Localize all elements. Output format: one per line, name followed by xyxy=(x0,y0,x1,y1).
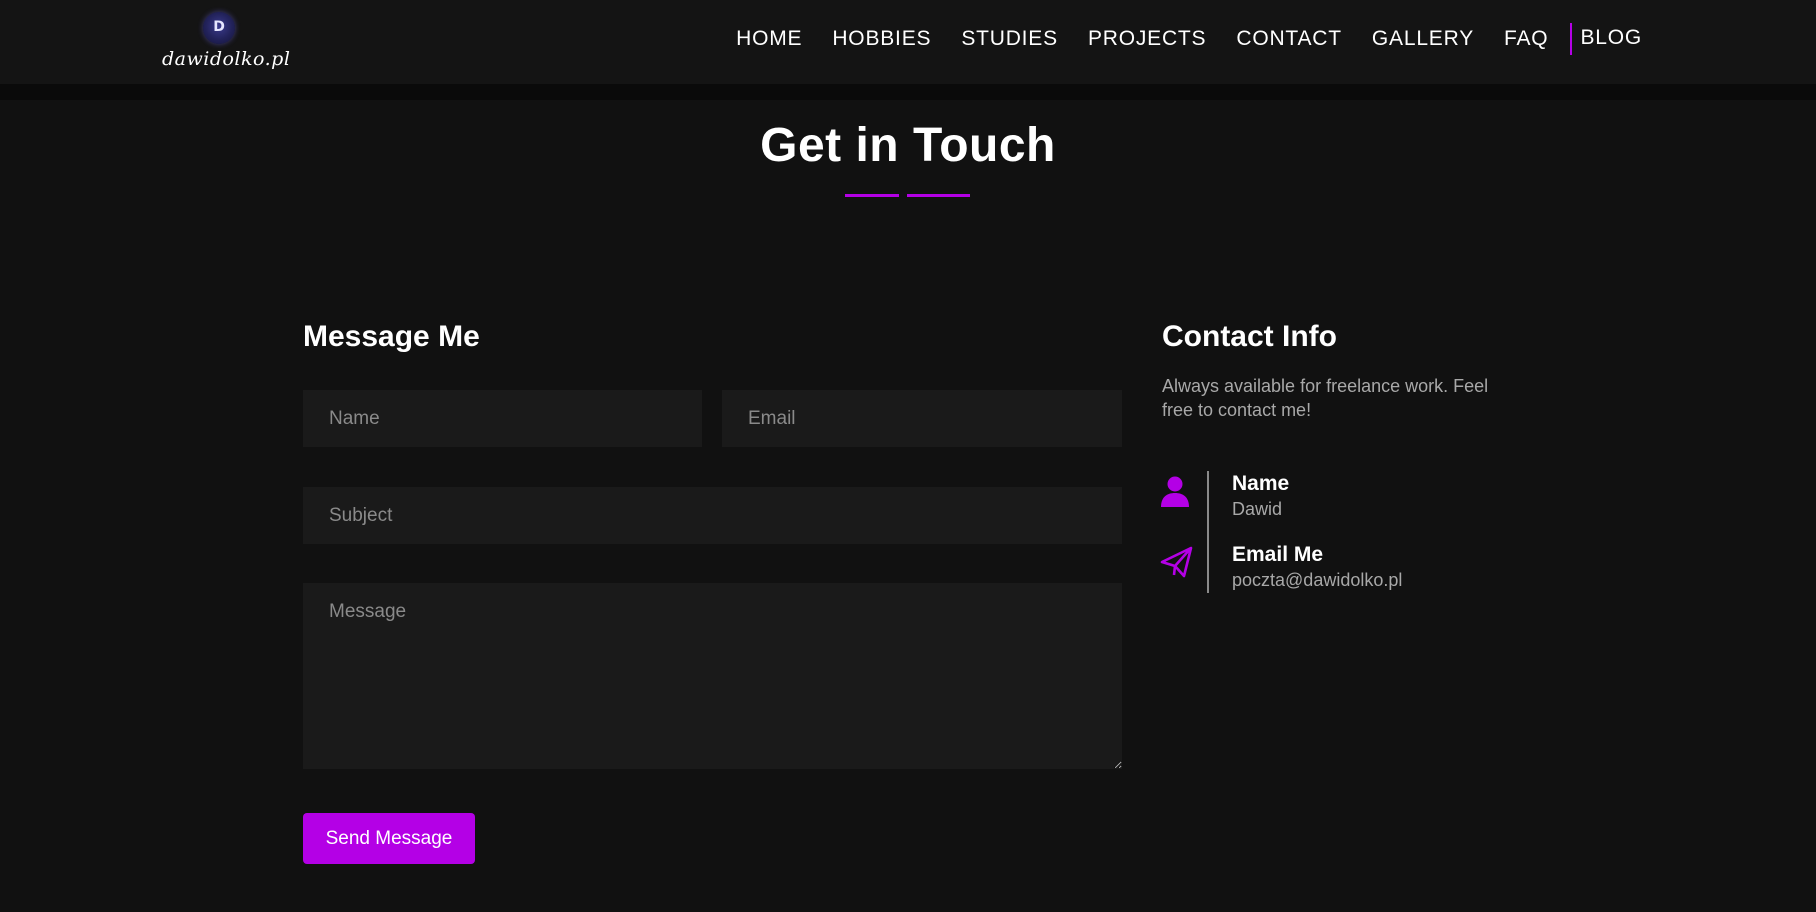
email-input[interactable] xyxy=(722,390,1122,447)
header-divider xyxy=(0,84,1816,100)
contact-name-value: Dawid xyxy=(1232,499,1283,519)
send-message-button[interactable]: Send Message xyxy=(303,813,475,864)
nav-item-hobbies[interactable]: HOBBIES xyxy=(832,22,931,56)
site-header: D dawidolko.pl HOME HOBBIES STUDIES PROJ… xyxy=(0,0,1816,84)
nav-item-gallery[interactable]: GALLERY xyxy=(1372,22,1474,56)
contact-email-value[interactable]: poczta@dawidolko.pl xyxy=(1232,570,1402,591)
paper-plane-icon xyxy=(1160,546,1193,578)
nav-item-contact[interactable]: CONTACT xyxy=(1236,22,1342,56)
title-underline-right xyxy=(907,194,970,197)
title-underline-left xyxy=(845,194,899,197)
logo-badge: D xyxy=(203,12,235,44)
nav-item-faq[interactable]: FAQ xyxy=(1504,22,1548,56)
message-textarea[interactable] xyxy=(303,583,1122,769)
nav-item-blog[interactable]: BLOG xyxy=(1570,23,1642,55)
logo-text: dawidolko.pl xyxy=(162,48,291,70)
nav-item-studies[interactable]: STUDIES xyxy=(961,22,1058,56)
person-icon xyxy=(1161,476,1189,507)
logo-badge-letter: D xyxy=(213,19,225,35)
contact-info-divider xyxy=(1207,471,1209,593)
subject-input[interactable] xyxy=(303,487,1122,544)
site-logo[interactable]: D dawidolko.pl xyxy=(160,10,290,76)
contact-email-label: Email Me xyxy=(1232,543,1324,566)
main-nav: HOME HOBBIES STUDIES PROJECTS CONTACT GA… xyxy=(706,22,1642,56)
contact-name-label: Name xyxy=(1232,472,1290,495)
contact-info-description: Always available for freelance work. Fee… xyxy=(1162,376,1489,420)
form-heading: Message Me xyxy=(303,320,480,353)
contact-info-heading: Contact Info xyxy=(1162,320,1337,353)
name-input[interactable] xyxy=(303,390,702,447)
nav-item-home[interactable]: HOME xyxy=(736,22,802,56)
page-title: Get in Touch xyxy=(760,119,1056,172)
nav-item-projects[interactable]: PROJECTS xyxy=(1088,22,1206,56)
